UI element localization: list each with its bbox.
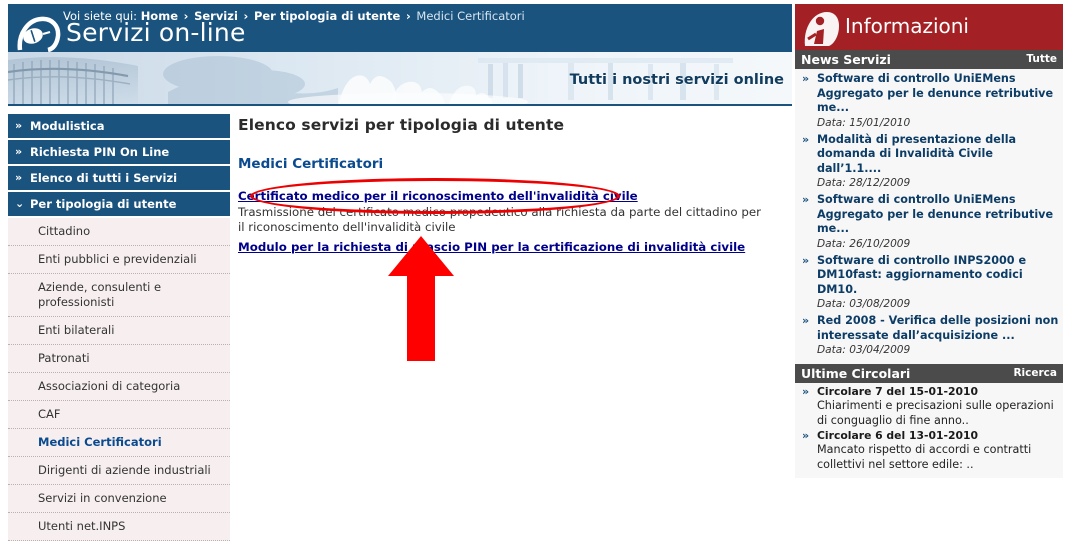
hero-banner: Tutti i nostri servizi online [8, 52, 792, 106]
chevron-right-icon: » [802, 72, 810, 85]
news-item-date: Data: 15/01/2010 [817, 116, 911, 129]
chevron-down-icon: ⌄ [15, 197, 25, 210]
chevron-right-icon: » [802, 253, 810, 267]
sidebar-item-label: Enti bilaterali [38, 323, 115, 337]
chevron-right-icon: » [802, 429, 810, 442]
news-see-all-link[interactable]: Tutte [1026, 50, 1057, 69]
chevron-right-icon: » [802, 314, 810, 327]
service-entry: Modulo per la richiesta di rilascio PIN … [238, 236, 783, 255]
sidebar-item-enti-bilaterali[interactable]: Enti bilaterali [8, 317, 230, 345]
chevron-right-icon: » [15, 171, 23, 184]
news-item: » Software di controllo UniEMens Aggrega… [799, 193, 1059, 251]
site-header: Voi siete qui: Home › Servizi › Per tipo… [8, 4, 792, 52]
info-panel-title: Informazioni [845, 14, 969, 38]
circolare-item: » Circolare 7 del 15-01-2010 Chiarimenti… [799, 385, 1059, 428]
chevron-right-icon: » [15, 145, 23, 158]
certificato-medico-link[interactable]: Certificato medico per il riconoscimento… [238, 188, 638, 204]
sidebar-item-label: Modulistica [30, 119, 105, 133]
inps-mouse-logo-icon [17, 16, 61, 52]
sidebar-item-label: Medici Certificatori [38, 435, 162, 449]
news-section-title: News Servizi [801, 52, 891, 67]
page-root: Voi siete qui: Home › Servizi › Per tipo… [0, 0, 1067, 541]
main-content: Elenco servizi per tipologia di utente M… [238, 116, 783, 255]
service-entry: Certificato medico per il riconoscimento… [238, 185, 783, 235]
news-item: » Modalità di presentazione della domand… [799, 133, 1059, 191]
site-title: Servizi on-line [66, 18, 246, 47]
sidebar-item-associazioni-di-categoria[interactable]: Associazioni di categoria [8, 373, 230, 401]
sidebar-item-label: Utenti net.INPS [38, 519, 126, 533]
news-item-title[interactable]: Red 2008 - Verifica delle posizioni non … [817, 314, 1059, 343]
banner-caption: Tutti i nostri servizi online [569, 72, 784, 88]
sidebar-item-label: Cittadino [38, 224, 91, 238]
news-item: » Red 2008 - Verifica delle posizioni no… [799, 314, 1059, 357]
sidebar-item-dirigenti-di-aziende-industriali[interactable]: Dirigenti di aziende industriali [8, 457, 230, 485]
news-item-date: Data: 28/12/2009 [817, 177, 911, 189]
sidebar-item-modulistica[interactable]: » Modulistica [8, 114, 230, 138]
sidebar-item-cittadino[interactable]: Cittadino [8, 218, 230, 246]
sidebar-item-label: Per tipologia di utente [30, 197, 177, 211]
service-description: Trasmissione del certificato medico prop… [238, 205, 761, 234]
chevron-right-icon: » [802, 193, 810, 206]
breadcrumb-item-current: Medici Certificatori [416, 9, 525, 23]
sidebar-item-elenco-di-tutti-i-servizi[interactable]: » Elenco di tutti i Servizi [8, 166, 230, 190]
circolari-section-title: Ultime Circolari [801, 366, 911, 381]
circolare-item-title[interactable]: Circolare 6 del 13-01-2010 [817, 429, 1059, 443]
sidebar-item-per-tipologia-di-utente[interactable]: ⌄ Per tipologia di utente [8, 192, 230, 216]
news-item-date: Data: 03/08/2009 [817, 298, 911, 310]
news-list: » Software di controllo UniEMens Aggrega… [795, 69, 1063, 364]
sidebar-item-label: Elenco di tutti i Servizi [30, 171, 178, 185]
page-title: Elenco servizi per tipologia di utente [238, 116, 565, 134]
info-panel-header: Informazioni [795, 4, 1063, 50]
sidebar-item-servizi-in-convenzione[interactable]: Servizi in convenzione [8, 485, 230, 513]
sidebar-item-label: Dirigenti di aziende industriali [38, 463, 211, 477]
chevron-right-icon: » [802, 385, 810, 398]
sidebar-item-medici-certificatori[interactable]: Medici Certificatori [8, 429, 230, 457]
info-panel: Informazioni News Servizi Tutte » Softwa… [795, 4, 1063, 478]
circolari-section-header: Ultime Circolari Ricerca [795, 364, 1063, 383]
sidebar-item-label: CAF [38, 407, 61, 421]
sidebar-item-patronati[interactable]: Patronati [8, 345, 230, 373]
sidebar-nav: » Modulistica » Richiesta PIN On Line » … [8, 114, 230, 541]
sidebar-item-label: Richiesta PIN On Line [30, 145, 170, 159]
news-item: » Software di controllo UniEMens Aggrega… [799, 72, 1059, 130]
circolari-list: » Circolare 7 del 15-01-2010 Chiarimenti… [795, 383, 1063, 478]
sidebar-item-label: Enti pubblici e previdenziali [38, 252, 197, 266]
main-column: Voi siete qui: Home › Servizi › Per tipo… [0, 0, 792, 541]
sidebar-item-label: Servizi in convenzione [38, 491, 167, 505]
sidebar-item-caf[interactable]: CAF [8, 401, 230, 429]
banner-underline [8, 104, 792, 106]
modulo-richiesta-pin-link[interactable]: Modulo per la richiesta di rilascio PIN … [238, 239, 745, 255]
circolari-search-link[interactable]: Ricerca [1013, 364, 1057, 383]
circolare-item-description: Chiarimenti e precisazioni sulle operazi… [817, 399, 1054, 427]
information-person-icon [804, 12, 839, 46]
news-item-title[interactable]: Software di controllo UniEMens Aggregato… [817, 193, 1059, 237]
news-item: » Software di controllo INPS2000 e DM10f… [799, 254, 1059, 312]
sidebar-item-utenti-net-inps[interactable]: Utenti net.INPS [8, 513, 230, 541]
breadcrumb-separator-3: › [406, 9, 411, 23]
circolare-item-description: Mancato rispetto di accordi e contratti … [817, 443, 1032, 471]
chevron-right-icon: » [15, 119, 23, 132]
sidebar-item-enti-pubblici-e-previdenziali[interactable]: Enti pubblici e previdenziali [8, 246, 230, 274]
circolare-item: » Circolare 6 del 13-01-2010 Mancato ris… [799, 429, 1059, 472]
sidebar-item-richiesta-pin-on-line[interactable]: » Richiesta PIN On Line [8, 140, 230, 164]
news-item-title[interactable]: Software di controllo UniEMens Aggregato… [817, 72, 1059, 116]
news-item-title[interactable]: Software di controllo INPS2000 e DM10fas… [817, 254, 1059, 298]
breadcrumb-item-per-tipologia-di-utente[interactable]: Per tipologia di utente [254, 9, 400, 23]
sidebar-item-label: Aziende, consulenti e professionisti [38, 280, 162, 309]
news-section-header: News Servizi Tutte [795, 50, 1063, 69]
sidebar-item-label: Associazioni di categoria [38, 379, 181, 393]
section-title: Medici Certificatori [238, 156, 384, 172]
news-item-date: Data: 03/04/2009 [817, 344, 911, 356]
chevron-right-icon: » [802, 132, 810, 146]
news-item-date: Data: 26/10/2009 [817, 237, 911, 250]
news-item-title[interactable]: Modalità di presentazione della domanda … [817, 133, 1059, 177]
sidebar-item-label: Patronati [38, 351, 90, 365]
circolare-item-title[interactable]: Circolare 7 del 15-01-2010 [817, 385, 1059, 399]
sidebar-item-aziende-consulenti-e-professionisti[interactable]: Aziende, consulenti e professionisti [8, 274, 230, 317]
